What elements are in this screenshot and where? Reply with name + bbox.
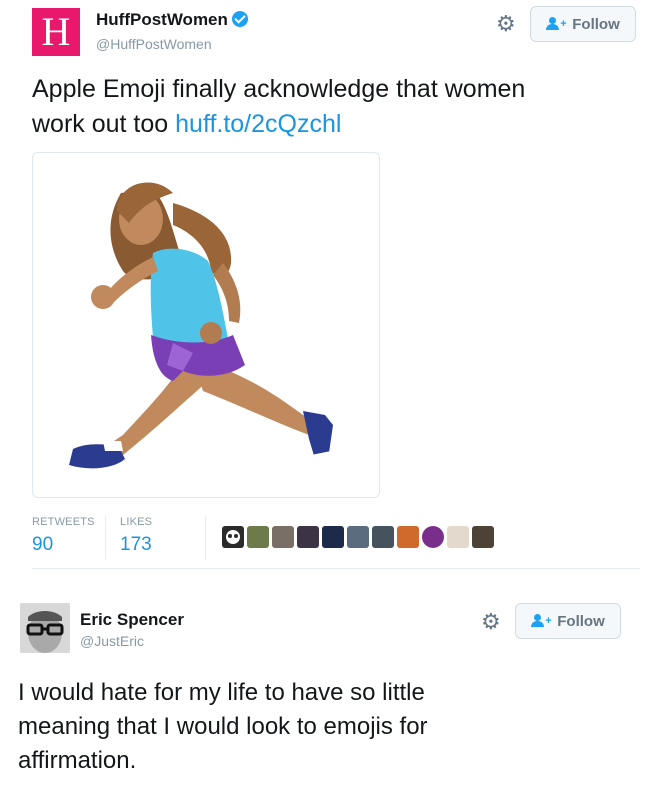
liker-avatar[interactable] (322, 526, 344, 548)
tweet1-text: Apple Emoji finally acknowledge that wom… (32, 72, 632, 142)
tweet1-author[interactable]: HuffPostWomen (96, 10, 248, 30)
tweet1-text-line2: work out too (32, 110, 176, 138)
eric-spencer-avatar[interactable] (20, 603, 70, 653)
verified-badge-icon (231, 11, 248, 27)
huffpostwomen-avatar[interactable]: H (32, 8, 80, 56)
follow-person-icon: + (546, 17, 567, 31)
likers-avatars (222, 526, 494, 548)
gear-icon[interactable]: ⚙ (496, 13, 516, 35)
tweet-divider (32, 568, 640, 569)
author-handle[interactable]: @HuffPostWomen (96, 36, 212, 52)
liker-avatar[interactable] (347, 526, 369, 548)
reply-text-line3: affirmation. (18, 747, 137, 774)
author-display-name[interactable]: HuffPostWomen (96, 10, 228, 29)
stats-divider (105, 516, 106, 560)
likes-count[interactable]: 173 (120, 534, 152, 556)
tweet1-text-line1: Apple Emoji finally acknowledge that wom… (32, 75, 526, 103)
retweets-label: RETWEETS (32, 516, 95, 528)
reply-text-line1: I would hate for my life to have so litt… (18, 679, 425, 706)
tweet1-media-card[interactable] (32, 152, 380, 498)
reply-author-handle[interactable]: @JustEric (80, 633, 144, 649)
follow-person-icon: + (531, 614, 552, 628)
liker-avatar[interactable] (447, 526, 469, 548)
follow-label: Follow (557, 612, 605, 630)
likes-label: LIKES (120, 516, 153, 528)
stats-divider-2 (205, 516, 206, 560)
liker-avatar[interactable] (297, 526, 319, 548)
woman-running-emoji-image (69, 182, 335, 469)
follow-label: Follow (572, 15, 620, 33)
reply-author-display-name[interactable]: Eric Spencer (80, 610, 184, 630)
liker-avatar[interactable] (222, 526, 244, 548)
tweet1-link[interactable]: huff.to/2cQzchl (175, 110, 341, 138)
liker-avatar[interactable] (372, 526, 394, 548)
follow-button[interactable]: + Follow (530, 6, 636, 42)
gear-icon[interactable]: ⚙ (481, 611, 501, 633)
liker-avatar[interactable] (397, 526, 419, 548)
liker-avatar[interactable] (272, 526, 294, 548)
follow-button-2[interactable]: + Follow (515, 603, 621, 639)
reply-text: I would hate for my life to have so litt… (18, 676, 638, 778)
reply-text-line2: meaning that I would look to emojis for (18, 713, 428, 740)
liker-avatar[interactable] (422, 526, 444, 548)
liker-avatar[interactable] (472, 526, 494, 548)
retweets-count[interactable]: 90 (32, 534, 53, 556)
liker-avatar[interactable] (247, 526, 269, 548)
